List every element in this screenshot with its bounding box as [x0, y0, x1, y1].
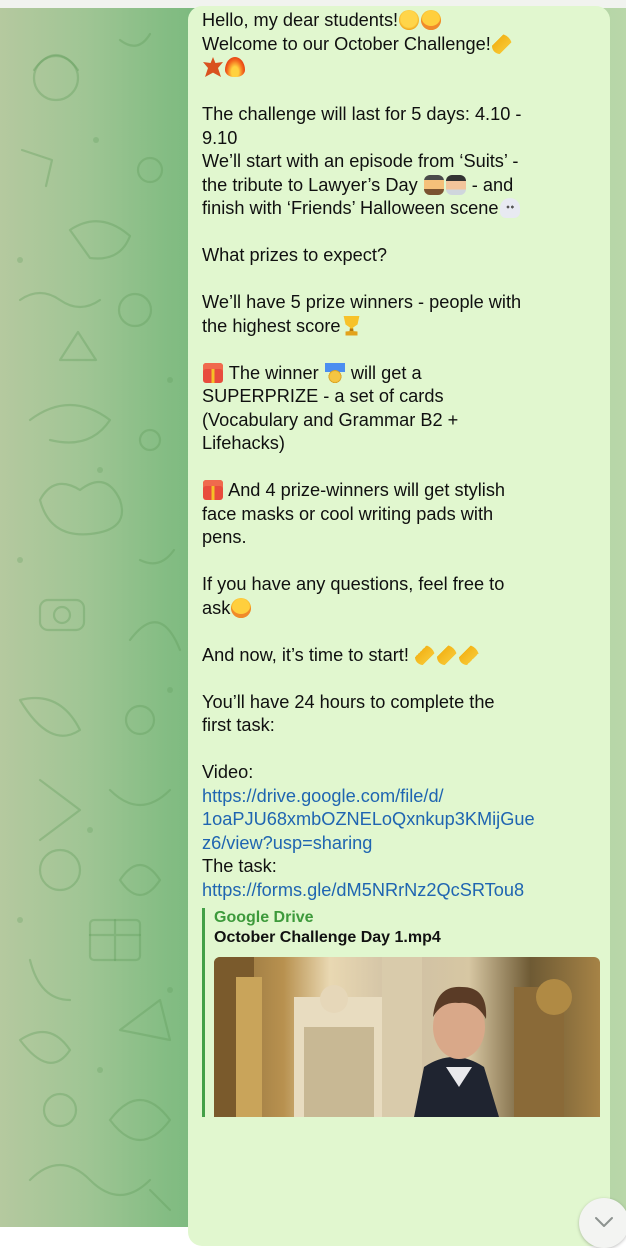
first-task-text: first task: [202, 715, 275, 735]
hours-text: You’ll have 24 hours to complete the [202, 691, 495, 712]
tribute-text: the tribute to Lawyer’s Day [202, 174, 418, 195]
video-link-part-3[interactable]: z6/view?usp=sharing [202, 833, 372, 853]
duration-text: The challenge will last for 5 days: 4.10… [202, 104, 522, 124]
superprize-text: SUPERPRIZE - a set of cards [202, 386, 444, 406]
video-link-part-2[interactable]: 1oaPJU68xmbOZNELoQxnkup3KMijGue [202, 809, 535, 829]
superprize-get-text: will get a [350, 362, 422, 383]
preview-thumbnail[interactable] [214, 957, 600, 1117]
message-bubble[interactable]: Hello, my dear students! Welcome to our … [188, 6, 610, 1246]
video-link[interactable]: https://drive.google.com/file/d/1oaPJU68… [202, 786, 535, 853]
flexed-biceps-icon [491, 33, 512, 54]
hugging-face-icon [421, 10, 442, 30]
start-text: And now, it’s time to start! [202, 644, 409, 665]
tribute-end-text: - and [471, 174, 514, 195]
trophy-icon [343, 315, 360, 336]
gift-icon [203, 480, 223, 500]
welcome-text: Welcome to our October Challenge! [202, 33, 491, 54]
maple-leaf-icon [203, 57, 223, 77]
halloween-text: finish with ‘Friends’ Halloween scene [202, 198, 499, 218]
superprize-lifehacks-text: Lifehacks) [202, 433, 285, 453]
flexed-biceps-icon [414, 644, 435, 665]
video-still-image [214, 957, 572, 1117]
task-label: The task: [202, 856, 277, 876]
message-text: Hello, my dear students! Welcome to our … [202, 9, 598, 902]
greeting-text: Hello, my dear students! [202, 10, 399, 30]
link-preview[interactable]: Google Drive October Challenge Day 1.mp4 [202, 908, 600, 1117]
hugging-face-icon [231, 597, 252, 618]
winners-text: We’ll have 5 prize winners - people with [202, 292, 522, 312]
smiling-face-icon [399, 10, 420, 30]
questions-ask-text: ask [202, 597, 231, 618]
other-prizes-pens-text: pens. [202, 527, 247, 547]
graduate-icon [445, 174, 466, 195]
superprize-winner-text: The winner [228, 362, 319, 383]
other-prizes-text: And 4 prize-winners will get stylish [228, 480, 506, 500]
video-label: Video: [202, 762, 254, 782]
ghost-icon [499, 198, 520, 218]
video-link-part-1[interactable]: https://drive.google.com/file/d/ [202, 786, 444, 806]
chevron-down-icon [595, 1217, 613, 1227]
fire-icon [225, 57, 245, 77]
task-link[interactable]: https://forms.gle/dM5NRrNz2QcSRTou8 [202, 880, 524, 900]
flexed-biceps-icon [458, 644, 479, 665]
flexed-biceps-icon [436, 644, 457, 665]
medal-icon [324, 362, 345, 383]
highest-score-text: the highest score [202, 315, 341, 336]
superprize-cards-text: (Vocabulary and Grammar B2 + [202, 409, 459, 430]
preview-source: Google Drive [214, 909, 314, 926]
questions-text: If you have any questions, feel free to [202, 574, 505, 594]
episode-text: We’ll start with an episode from ‘Suits’… [202, 151, 519, 171]
other-prizes-masks-text: face masks or cool writing pads with [202, 503, 494, 524]
gift-icon [203, 362, 223, 383]
prizes-question: What prizes to expect? [202, 245, 387, 265]
duration-end-text: 9.10 [202, 127, 238, 148]
judge-icon [423, 174, 444, 195]
scroll-down-button[interactable] [579, 1198, 626, 1248]
preview-title: October Challenge Day 1.mp4 [214, 929, 441, 946]
